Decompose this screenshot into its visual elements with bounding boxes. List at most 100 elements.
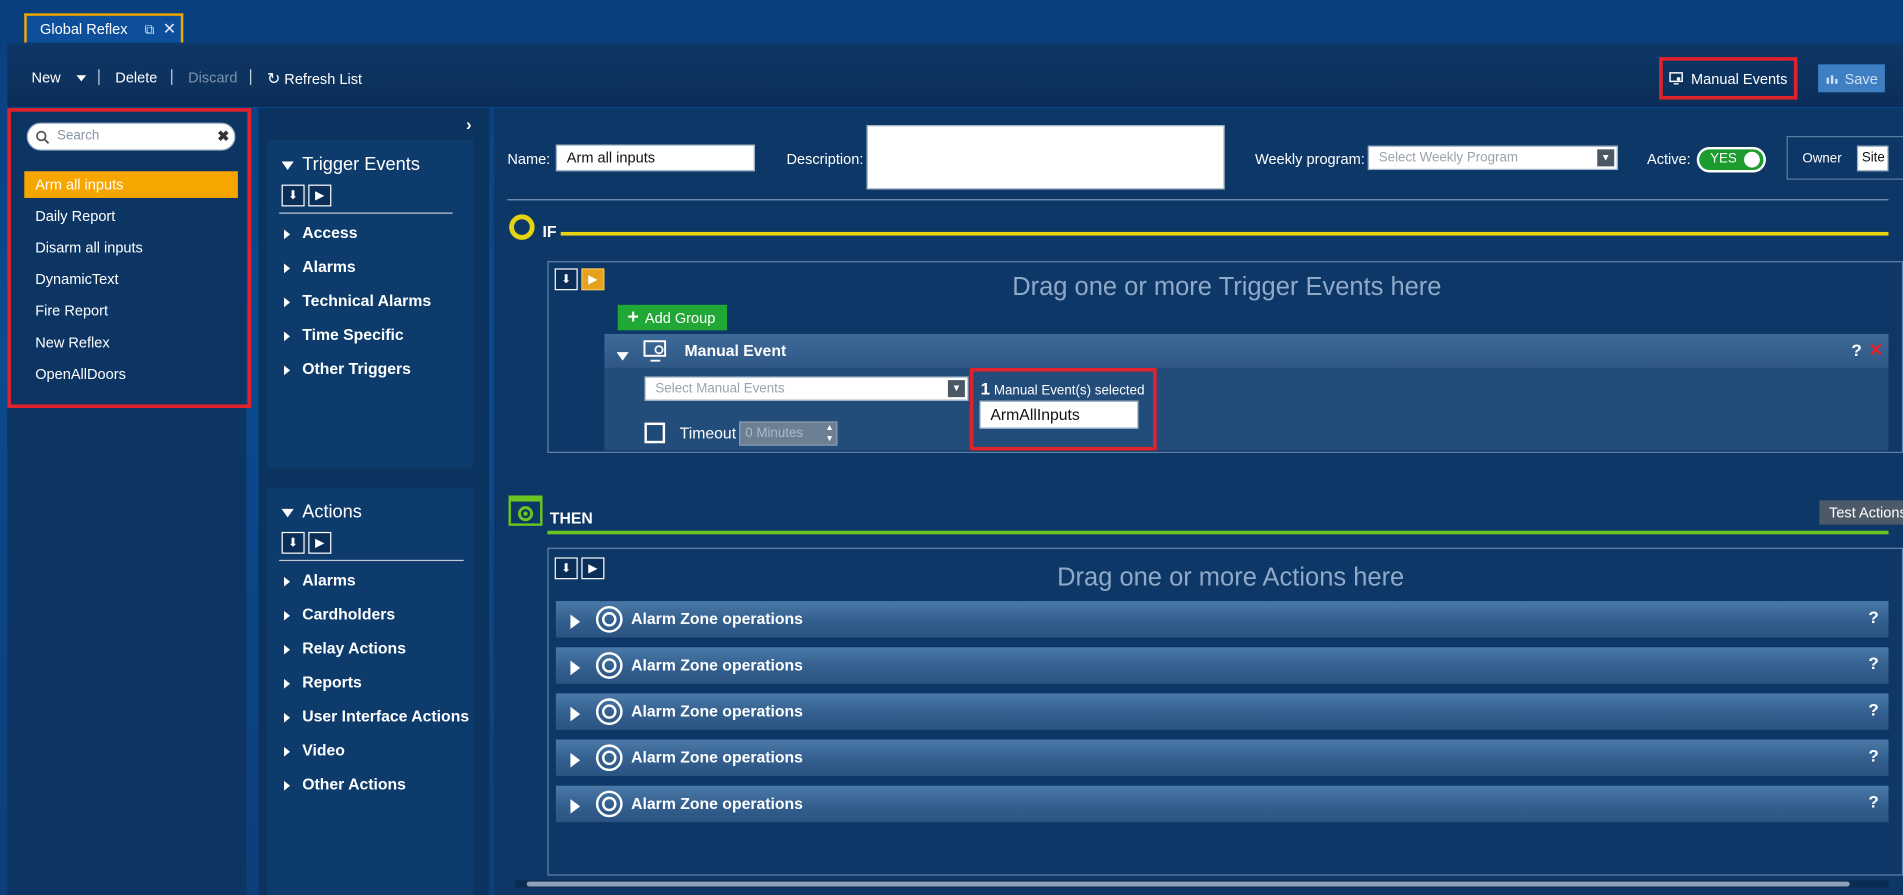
caret-right-icon: [284, 678, 291, 689]
save-button[interactable]: Save: [1818, 64, 1885, 93]
action-category-video[interactable]: Video: [284, 741, 345, 759]
action-row-label: Alarm Zone operations: [631, 701, 803, 721]
caret-right-icon[interactable]: [570, 752, 581, 767]
caret-right-icon[interactable]: [570, 798, 581, 814]
save-label: Save: [1844, 69, 1878, 87]
timeout-checkbox[interactable]: [644, 422, 666, 444]
caret-right-icon: [284, 296, 291, 307]
refresh-list-button[interactable]: ↻ Refresh List: [267, 69, 362, 88]
action-row[interactable]: Alarm Zone operations ?: [555, 647, 1889, 684]
toolbar-divider: [250, 69, 252, 86]
caret-down-icon: [281, 508, 294, 517]
tab-global-reflex[interactable]: Global Reflex ⧉ ✕: [24, 13, 184, 43]
trigger-category-other[interactable]: Other Triggers: [284, 359, 411, 378]
help-icon[interactable]: ?: [1868, 792, 1878, 811]
help-icon[interactable]: ?: [1868, 746, 1878, 765]
delete-button[interactable]: Delete: [115, 69, 157, 86]
manual-events-select[interactable]: Select Manual Events ▼: [644, 376, 969, 401]
action-category-cardholders[interactable]: Cardholders: [284, 605, 395, 623]
expand-all-icon[interactable]: ⬇: [554, 268, 578, 291]
if-divider: [560, 231, 1889, 236]
action-category-alarms[interactable]: Alarms: [284, 571, 356, 589]
test-actions-button[interactable]: Test Actions: [1819, 500, 1903, 525]
action-category-ui-actions[interactable]: User Interface Actions: [284, 707, 469, 725]
weekly-program-select[interactable]: Select Weekly Program ▼: [1367, 145, 1618, 171]
gear-window-icon: [508, 495, 543, 526]
gear-icon: [595, 698, 623, 725]
highlight-frame: [7, 108, 252, 409]
timeout-spinner[interactable]: 0 Minutes ▲ ▼: [739, 421, 838, 446]
actions-header[interactable]: Actions: [281, 502, 362, 522]
caret-right-icon: [284, 576, 291, 587]
ring-icon: [509, 214, 535, 240]
action-row[interactable]: Alarm Zone operations ?: [555, 693, 1889, 730]
toggle-knob: [1744, 151, 1760, 168]
active-label: Active:: [1646, 150, 1691, 168]
discard-button[interactable]: Discard: [188, 69, 237, 86]
trigger-drop-text: Drag one or more Trigger Events here: [1012, 273, 1442, 302]
trigger-events-title: Trigger Events: [302, 154, 420, 175]
description-label: Description:: [786, 150, 864, 168]
trigger-category-access[interactable]: Access: [284, 223, 357, 242]
caret-right-icon: [284, 644, 291, 655]
caret-right-icon[interactable]: [570, 613, 581, 629]
add-group-button[interactable]: + Add Group: [617, 304, 728, 331]
chevron-down-icon[interactable]: [76, 75, 87, 82]
category-label: Relay Actions: [302, 638, 406, 657]
name-field[interactable]: Arm all inputs: [555, 144, 755, 172]
gear-icon: [595, 652, 623, 679]
collapse-all-icon[interactable]: ▶: [308, 531, 332, 554]
expand-all-icon[interactable]: ⬇: [281, 531, 305, 554]
action-row[interactable]: Alarm Zone operations ?: [555, 785, 1889, 823]
active-toggle[interactable]: YES: [1696, 146, 1766, 173]
category-label: Technical Alarms: [302, 291, 432, 310]
monitor-icon: [643, 340, 667, 362]
form-divider: [507, 199, 1889, 201]
caret-down-icon[interactable]: [616, 346, 638, 368]
category-label: User Interface Actions: [302, 706, 470, 725]
add-group-label: Add Group: [644, 309, 716, 327]
help-icon[interactable]: ?: [1868, 653, 1878, 672]
help-icon[interactable]: ?: [1868, 699, 1878, 718]
scrollbar-thumb[interactable]: [526, 881, 1850, 887]
description-field[interactable]: [866, 125, 1225, 190]
category-label: Other Actions: [302, 774, 406, 794]
collapse-arrow-icon[interactable]: ›: [466, 114, 472, 133]
expand-all-icon[interactable]: ⬇: [554, 557, 578, 580]
if-label: IF: [542, 222, 557, 241]
trigger-category-alarms[interactable]: Alarms: [284, 257, 356, 276]
manual-event-header[interactable]: Manual Event ? ✕: [604, 333, 1889, 368]
spinner-arrows-icon[interactable]: ▲ ▼: [825, 423, 833, 445]
manual-events-button[interactable]: Manual Events: [1659, 57, 1798, 100]
caret-right-icon: [284, 746, 291, 757]
category-label: Alarms: [302, 257, 356, 276]
action-row[interactable]: Alarm Zone operations ?: [555, 601, 1889, 638]
popout-icon[interactable]: ⧉: [145, 23, 155, 38]
action-category-reports[interactable]: Reports: [284, 673, 362, 691]
caret-right-icon[interactable]: [570, 706, 581, 721]
caret-right-icon: [284, 712, 291, 723]
action-category-other[interactable]: Other Actions: [284, 775, 406, 793]
close-icon[interactable]: ✕: [163, 19, 176, 37]
then-divider: [547, 530, 1889, 535]
expand-all-icon[interactable]: ⬇: [281, 184, 305, 207]
action-row[interactable]: Alarm Zone operations ?: [555, 739, 1889, 777]
help-icon[interactable]: ?: [1868, 607, 1878, 626]
owner-field[interactable]: Site: [1856, 145, 1889, 172]
category-label: Video: [302, 740, 345, 760]
divider: [279, 559, 464, 562]
new-button[interactable]: New: [32, 69, 87, 86]
collapse-all-icon[interactable]: ▶: [308, 184, 332, 207]
caret-right-icon: [284, 228, 291, 239]
trigger-category-technical-alarms[interactable]: Technical Alarms: [284, 291, 432, 310]
action-category-relay-actions[interactable]: Relay Actions: [284, 639, 406, 657]
gear-icon: [595, 605, 623, 633]
help-icon[interactable]: ?: [1851, 340, 1861, 359]
trigger-category-time-specific[interactable]: Time Specific: [284, 325, 404, 344]
collapse-all-icon[interactable]: ▶: [581, 557, 605, 580]
trigger-events-header[interactable]: Trigger Events: [281, 154, 420, 175]
collapse-all-icon[interactable]: ▶: [581, 268, 605, 291]
delete-icon[interactable]: ✕: [1868, 339, 1883, 361]
chevron-down-icon: ▼: [947, 380, 965, 398]
caret-right-icon[interactable]: [570, 660, 581, 675]
